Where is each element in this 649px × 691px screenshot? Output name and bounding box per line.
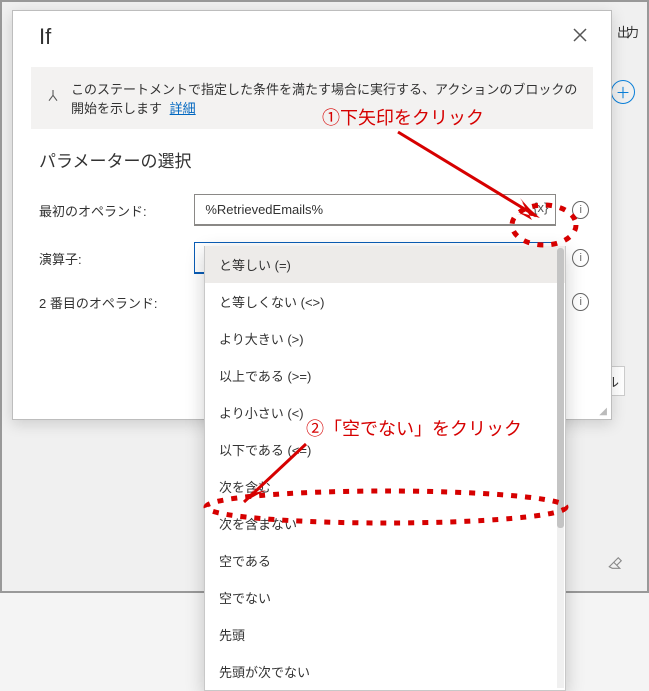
bg-add-button[interactable]: ＋ <box>611 80 635 104</box>
operator-label: 演算子: <box>39 249 178 268</box>
dropdown-item[interactable]: 以上である (>=) <box>205 357 565 394</box>
bg-side-text: 出力 <box>617 22 635 54</box>
info-banner: このステートメントで指定した条件を満たす場合に実行する、アクションのブロックの開… <box>31 67 593 129</box>
dropdown-item[interactable]: 先頭が次でない <box>205 653 565 690</box>
dropdown-item[interactable]: 次を含まない <box>205 505 565 542</box>
info-icon[interactable]: i <box>572 293 589 311</box>
dropdown-item[interactable]: 次を含む <box>205 468 565 505</box>
dropdown-item[interactable]: 以下である (<=) <box>205 431 565 468</box>
eraser-icon[interactable] <box>607 554 625 577</box>
plus-icon: ＋ <box>615 82 630 103</box>
operator-dropdown: と等しい (=) と等しくない (<>) より大きい (>) 以上である (>=… <box>204 246 566 691</box>
variable-picker-icon[interactable]: {x} <box>533 200 548 215</box>
section-title: パラメーターの選択 <box>39 147 589 172</box>
scrollbar-thumb[interactable] <box>557 248 564 528</box>
dropdown-item[interactable]: より小さい (<) <box>205 394 565 431</box>
info-icon[interactable]: i <box>572 249 589 267</box>
banner-link[interactable]: 詳細 <box>170 101 196 116</box>
info-icon[interactable]: i <box>572 201 589 219</box>
dropdown-item[interactable]: と等しい (=) <box>205 246 565 283</box>
row-first-operand: 最初のオペランド: {x} i <box>13 186 611 234</box>
branch-icon <box>45 88 61 108</box>
close-button[interactable] <box>567 23 593 51</box>
dropdown-item[interactable]: 先頭 <box>205 616 565 653</box>
dropdown-item[interactable]: 空でない <box>205 579 565 616</box>
first-operand-input[interactable] <box>194 194 556 226</box>
close-icon <box>573 28 587 42</box>
banner-text-content: このステートメントで指定した条件を満たす場合に実行する、アクションのブロックの開… <box>71 82 577 116</box>
banner-text: このステートメントで指定した条件を満たす場合に実行する、アクションのブロックの開… <box>71 79 579 117</box>
first-operand-label: 最初のオペランド: <box>39 201 178 220</box>
dialog-title: If <box>39 24 51 50</box>
dropdown-item[interactable]: 空である <box>205 542 565 579</box>
dropdown-item[interactable]: と等しくない (<>) <box>205 283 565 320</box>
second-operand-label: 2 番目のオペランド: <box>39 293 178 312</box>
resize-handle-icon[interactable]: ◢ <box>599 406 607 417</box>
dropdown-item[interactable]: より大きい (>) <box>205 320 565 357</box>
